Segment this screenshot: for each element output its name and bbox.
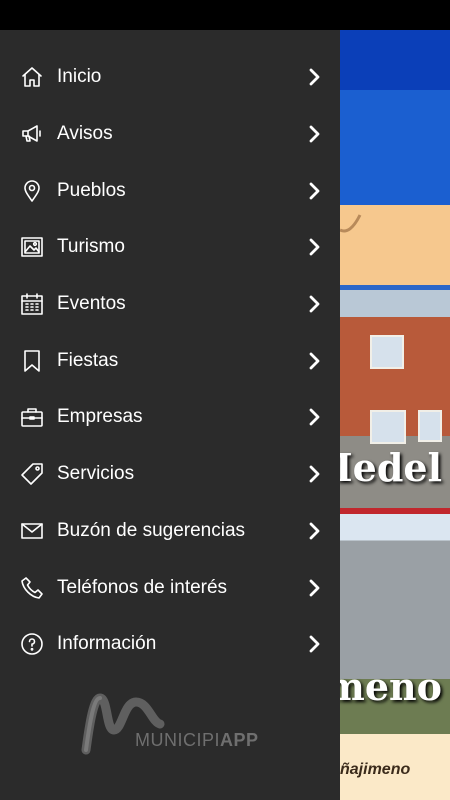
- background-app: É 2 0 n Medel ajimeno ñajimeno: [340, 30, 450, 800]
- menu-item-fiestas[interactable]: Fiestas: [0, 332, 340, 389]
- calendar-icon: [20, 292, 44, 316]
- envelope-icon: [20, 519, 44, 543]
- menu-item-turismo[interactable]: Turismo: [0, 219, 340, 276]
- chevron-right-icon: [308, 351, 322, 371]
- window-decoration: [418, 410, 442, 442]
- menu-item-label: Teléfonos de interés: [57, 576, 228, 598]
- town-photo-2[interactable]: ajimeno: [340, 514, 450, 734]
- chevron-right-icon: [308, 464, 322, 484]
- menu-item-label: Servicios: [57, 463, 135, 485]
- menu-item-empresas[interactable]: Empresas: [0, 389, 340, 446]
- window-decoration: [370, 410, 406, 444]
- town-caption-1: n Medel: [340, 445, 442, 490]
- briefcase-icon: [20, 405, 44, 429]
- chevron-right-icon: [308, 67, 322, 87]
- bookmark-icon: [20, 349, 44, 373]
- chevron-right-icon: [308, 634, 322, 654]
- chevron-right-icon: [308, 407, 322, 427]
- menu-item-pueblos[interactable]: Pueblos: [0, 162, 340, 219]
- bottom-town-label-band: ñajimeno: [340, 734, 450, 800]
- menu-item-label: Eventos: [57, 293, 126, 315]
- menu-item-label: Avisos: [57, 123, 113, 145]
- town-label: ñajimeno: [340, 761, 411, 778]
- municipiapp-wordmark: MUNICIPIAPP: [135, 730, 259, 750]
- help-circle-icon: [20, 632, 44, 656]
- status-bar: [0, 0, 450, 30]
- app-toolbar: [340, 30, 450, 90]
- menu-item-servicios[interactable]: Servicios: [0, 446, 340, 503]
- town-photo-1[interactable]: n Medel: [340, 285, 450, 515]
- chevron-right-icon: [308, 294, 322, 314]
- chevron-right-icon: [308, 237, 322, 257]
- menu-item-label: Buzón de sugerencias: [57, 519, 246, 541]
- menu-item-label: Turismo: [57, 236, 125, 258]
- menu-item-label: Fiestas: [57, 349, 119, 371]
- chevron-right-icon: [308, 124, 322, 144]
- chevron-right-icon: [308, 521, 322, 541]
- menu-item-buzon-sugerencias[interactable]: Buzón de sugerencias: [0, 503, 340, 560]
- menu-item-informacion[interactable]: Información: [0, 616, 340, 673]
- home-icon: [20, 65, 44, 89]
- menu-item-eventos[interactable]: Eventos: [0, 276, 340, 333]
- menu-item-label: Información: [57, 633, 157, 655]
- menu-item-avisos[interactable]: Avisos: [0, 106, 340, 163]
- image-icon: [20, 235, 44, 259]
- tag-icon: [20, 462, 44, 486]
- app-header: É 2 0: [340, 90, 450, 233]
- menu-item-label: Pueblos: [57, 179, 126, 201]
- window-decoration: [370, 335, 404, 369]
- navigation-drawer: Inicio Avisos Pueblos Turismo Eventos Fi…: [0, 30, 340, 800]
- chevron-right-icon: [308, 181, 322, 201]
- municipiapp-logo: MUNICIPIAPP: [80, 690, 270, 760]
- chevron-right-icon: [308, 578, 322, 598]
- phone-icon: [20, 576, 44, 600]
- town-caption-2: ajimeno: [340, 664, 442, 709]
- menu-item-label: Empresas: [57, 406, 143, 428]
- drawer-menu: Inicio Avisos Pueblos Turismo Eventos Fi…: [0, 49, 340, 673]
- menu-item-inicio[interactable]: Inicio: [0, 49, 340, 106]
- map-pin-icon: [20, 179, 44, 203]
- menu-item-telefonos-interes[interactable]: Teléfonos de interés: [0, 559, 340, 616]
- menu-item-label: Inicio: [57, 66, 102, 88]
- banner-decoration: [340, 205, 450, 290]
- megaphone-icon: [20, 122, 44, 146]
